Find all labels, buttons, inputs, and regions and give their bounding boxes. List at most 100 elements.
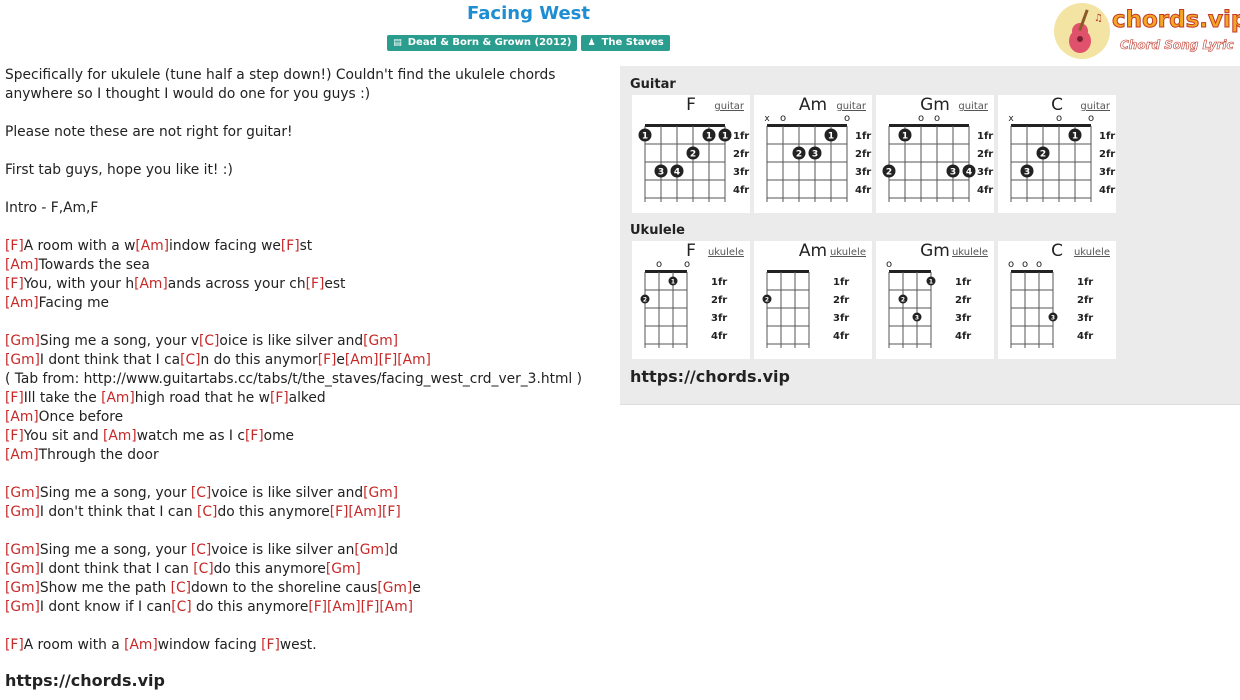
guitar-chord-card[interactable]: Gm guitar o o 1fr 2fr 3fr 4fr 1 2 3 4 <box>876 95 994 213</box>
chord-link[interactable]: [F] <box>379 352 398 368</box>
chord-link[interactable]: [Gm] <box>326 561 361 577</box>
chord-link[interactable]: [F] <box>318 352 337 368</box>
finger-number: 2 <box>643 297 647 304</box>
chord-link[interactable]: [Gm] <box>5 561 40 577</box>
chord-link[interactable]: [F] <box>5 238 24 254</box>
nut <box>889 270 931 273</box>
song-badges: ▤ Dead & Born & Grown (2012) ♟ The Staves <box>0 35 1057 51</box>
chord-link[interactable]: [C] <box>171 599 191 615</box>
lyric-text: watch me as I c <box>136 428 245 444</box>
ukulele-chord-card[interactable]: Fukulele o o 1fr 2fr 3fr 4fr 1 2 <box>632 241 750 359</box>
chord-link[interactable]: [Gm] <box>377 580 412 596</box>
chord-link[interactable]: [F] <box>5 390 24 406</box>
chord-link[interactable]: [Gm] <box>5 542 40 558</box>
lyric-text: Towards the sea <box>38 257 150 273</box>
ukulele-chord-card[interactable]: Gm ukulele o 1fr 2fr 3fr 4fr 1 2 3 <box>876 241 994 359</box>
lyric-text: Sing me a song, your <box>39 485 191 501</box>
site-logo[interactable]: ♫ chords.vip Chord Song Lyric <box>1054 3 1240 61</box>
fretboard-diagram: 1fr 2fr 3fr 4fr 2 <box>762 270 849 348</box>
chord-link[interactable]: [Gm] <box>363 333 398 349</box>
chord-link[interactable]: [Am] <box>379 599 413 615</box>
fret-label: 4fr <box>1077 331 1093 342</box>
chord-link[interactable]: [F] <box>245 428 264 444</box>
lyric-text: ome <box>263 428 295 444</box>
lyric-text: I dont know if I can <box>39 599 172 615</box>
chord-link[interactable]: [Am] <box>5 447 39 463</box>
lyric-text: indow facing we <box>169 238 281 254</box>
chord-link[interactable]: [Am] <box>101 390 135 406</box>
ukulele-chord-card[interactable]: Am ukulele 1fr 2fr 3fr 4fr 2 <box>754 241 872 359</box>
footer-url[interactable]: https://chords.vip <box>5 671 165 690</box>
chord-link[interactable]: [Am] <box>5 409 39 425</box>
chord-link[interactable]: [Am] <box>345 352 379 368</box>
finger-number: 1 <box>902 132 908 142</box>
guitar-chord-card[interactable]: Cguitar x o o 1fr 2fr 3fr 4fr 1 2 3 <box>998 95 1116 213</box>
chord-link[interactable]: [Gm] <box>5 504 40 520</box>
chord-link[interactable]: [F] <box>361 599 380 615</box>
guitar-chord-card[interactable]: Fguitar 1fr 2fr 3fr 4fr 1 1 1 2 3 4 <box>632 95 750 213</box>
chord-link[interactable]: [C] <box>199 333 219 349</box>
album-badge[interactable]: ▤ Dead & Born & Grown (2012) <box>387 35 578 51</box>
lyric-text: Show me the path <box>39 580 171 596</box>
fret-label: 1fr <box>955 277 971 288</box>
chord-link[interactable]: [F] <box>261 637 280 653</box>
chord-link[interactable]: [Gm] <box>5 352 40 368</box>
ukulele-chord-card[interactable]: Cukulele o o o 1fr 2fr 3fr 4fr 3 <box>998 241 1116 359</box>
chord-link[interactable]: [C] <box>193 561 213 577</box>
lyric-text: alked <box>288 390 326 406</box>
chord-link[interactable]: [Am] <box>124 637 158 653</box>
logo-text: chords.vip <box>1111 7 1240 34</box>
lyric-text: Ill take the <box>23 390 102 406</box>
lyric-line: First tab guys, hope you like it! :) <box>5 161 605 180</box>
chord-link[interactable]: [F] <box>306 276 325 292</box>
chord-link[interactable]: [F] <box>5 428 24 444</box>
chord-link[interactable]: [Gm] <box>363 485 398 501</box>
chord-link[interactable]: [Gm] <box>5 580 40 596</box>
chord-link[interactable]: [F] <box>308 599 327 615</box>
open-string-marker: o <box>1008 259 1014 270</box>
open-string-marker: o <box>934 113 940 124</box>
chord-link[interactable]: [Am] <box>103 428 137 444</box>
finger-number: 3 <box>812 150 818 160</box>
fretboard-diagram: x o o 1fr 2fr 3fr 4fr 1 23 <box>1008 113 1115 202</box>
chord-link[interactable]: [F] <box>5 276 24 292</box>
chord-link[interactable]: [Am] <box>397 352 431 368</box>
chord-link[interactable]: [C] <box>191 542 211 558</box>
finger-number: 1 <box>828 132 834 142</box>
chord-link[interactable]: [F] <box>5 637 24 653</box>
lyric-text: high road that he w <box>134 390 270 406</box>
lyric-text: voice is like silver an <box>211 542 355 558</box>
nut <box>1011 270 1053 273</box>
fret-label: 1fr <box>855 131 871 142</box>
chord-link[interactable]: [Am] <box>327 599 361 615</box>
chord-link[interactable]: [Gm] <box>5 485 40 501</box>
chord-link[interactable]: [C] <box>171 580 191 596</box>
nut <box>1011 124 1091 127</box>
chord-link[interactable]: [F] <box>330 504 349 520</box>
fret-label: 3fr <box>855 167 871 178</box>
logo-subtitle: Chord Song Lyric <box>1120 38 1234 53</box>
open-string-marker: o <box>656 259 662 270</box>
chord-link[interactable]: [Am] <box>348 504 382 520</box>
guitar-chord-card[interactable]: Am guitar x o o 1fr 2fr 3fr 4fr 1 2 3 <box>754 95 872 213</box>
panel-url[interactable]: https://chords.vip <box>630 367 790 386</box>
chord-link[interactable]: [F] <box>382 504 401 520</box>
chord-link[interactable]: [F] <box>270 390 289 406</box>
chord-link[interactable]: [Am] <box>5 257 39 273</box>
chord-link[interactable]: [Am] <box>134 276 168 292</box>
artist-badge[interactable]: ♟ The Staves <box>581 35 670 51</box>
album-badge-label: Dead & Born & Grown (2012) <box>407 37 572 48</box>
chord-link[interactable]: [Gm] <box>5 333 40 349</box>
finger-number: 1 <box>1072 132 1078 142</box>
chord-link[interactable]: [Gm] <box>354 542 389 558</box>
chord-link[interactable]: [C] <box>180 352 200 368</box>
chord-link[interactable]: [F] <box>281 238 300 254</box>
chord-link[interactable]: [Am] <box>5 295 39 311</box>
chord-link[interactable]: [C] <box>191 485 211 501</box>
chord-link[interactable]: [Gm] <box>5 599 40 615</box>
chord-link[interactable]: [C] <box>197 504 217 520</box>
chord-link[interactable]: [Am] <box>135 238 169 254</box>
lyric-text: e <box>336 352 345 368</box>
